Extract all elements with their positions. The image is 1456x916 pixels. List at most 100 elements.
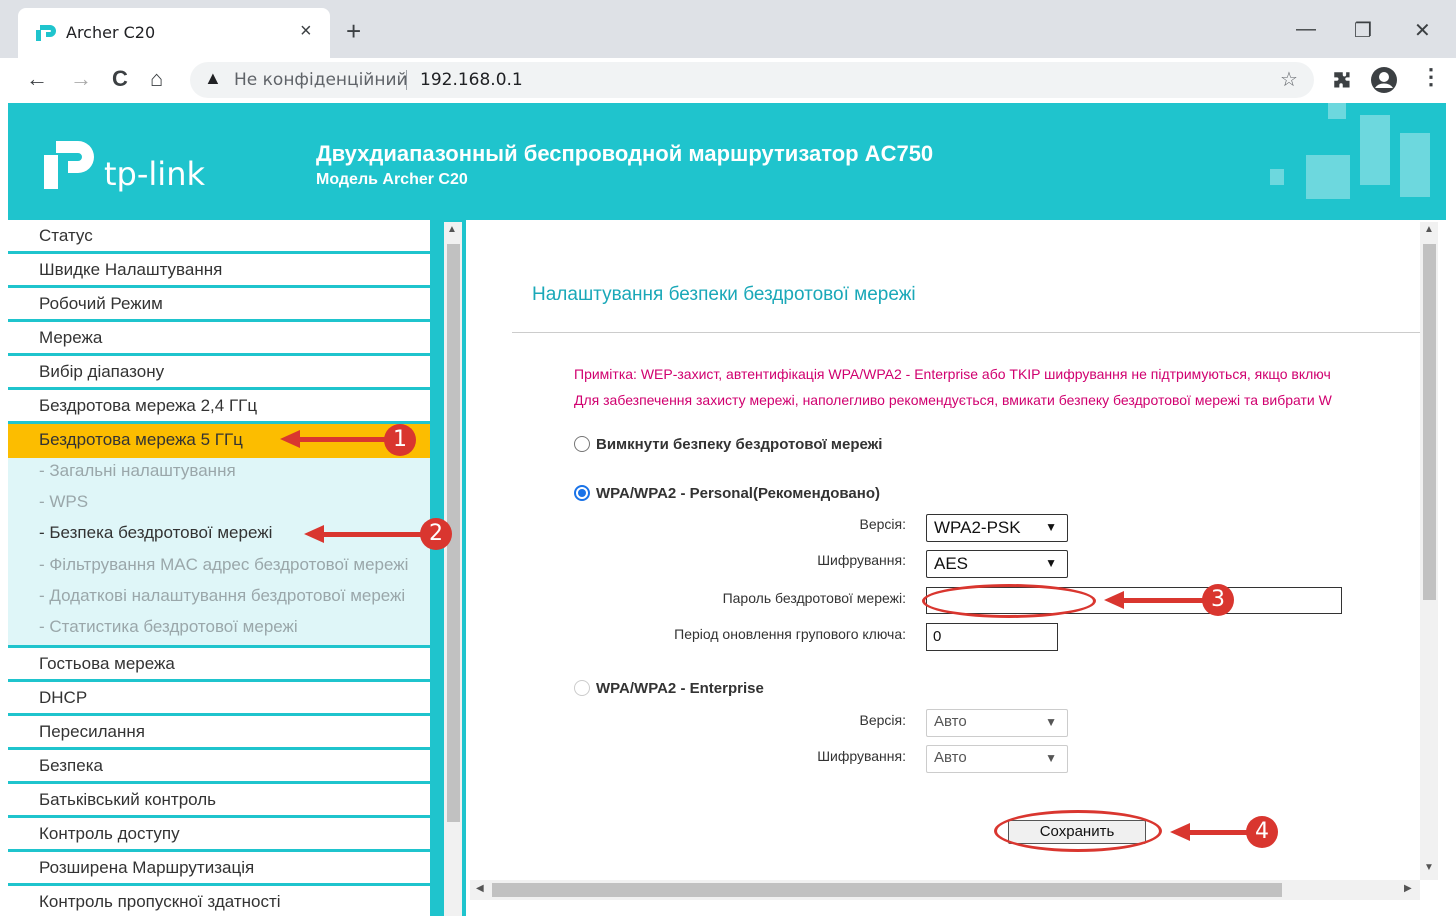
chevron-down-icon: ▼ (1045, 715, 1057, 729)
annotation-badge-4: 4 (1246, 816, 1278, 848)
sidebar-menu: Статус Швидке Налаштування Робочий Режим… (8, 220, 430, 916)
header-decoration (1306, 155, 1350, 199)
scroll-left-icon[interactable]: ◀ (476, 883, 484, 894)
enterprise-version-select[interactable]: Авто ▼ (926, 709, 1068, 737)
group-key-label: Період оновлення групового ключа: (674, 626, 906, 642)
submenu-item-advanced[interactable]: - Додаткові налаштування бездротової мер… (39, 586, 405, 606)
enterprise-encryption-select[interactable]: Авто ▼ (926, 745, 1068, 773)
sidebar-item-label: Батьківський контроль (39, 790, 217, 809)
warning-icon[interactable]: ▲ (204, 68, 222, 89)
sidebar-item-network[interactable]: Мережа (8, 322, 430, 356)
header-decoration (1400, 133, 1430, 197)
header-decoration (1328, 103, 1346, 119)
note-text: Примітка: WEP-захист, автентифікація WPA… (574, 366, 1331, 382)
content-horizontal-scrollbar-thumb[interactable] (492, 883, 1282, 897)
sidebar-item-label: Робочий Режим (39, 294, 163, 313)
title-divider (512, 332, 1420, 333)
annotation-badge-2: 2 (420, 518, 452, 550)
content-vertical-scrollbar-thumb[interactable] (1423, 244, 1436, 600)
annotation-badge-3: 3 (1202, 584, 1234, 616)
sidebar-item-label: DHCP (39, 688, 88, 707)
group-key-input[interactable]: 0 (926, 623, 1058, 651)
sidebar-item-advanced-routing[interactable]: Розширена Маршрутизація (8, 852, 430, 886)
sidebar-item-quick-setup[interactable]: Швидке Налаштування (8, 254, 430, 288)
browser-tab-bar: Archer C20 × + — ❐ ✕ (0, 0, 1456, 58)
sidebar-item-label: Розширена Маршрутизація (39, 858, 255, 877)
url-text[interactable]: 192.168.0.1 (420, 70, 523, 90)
submenu-item-basic[interactable]: - Загальні налаштування (39, 461, 236, 481)
chevron-down-icon: ▼ (1045, 520, 1057, 534)
sidebar-item-label: Безпека (39, 756, 103, 775)
header-decoration (1360, 115, 1390, 185)
model-subtitle: Модель Archer C20 (316, 171, 468, 188)
sidebar-item-dhcp[interactable]: DHCP (8, 682, 430, 716)
minimize-icon[interactable]: — (1296, 18, 1316, 41)
sidebar-item-status[interactable]: Статус (8, 220, 430, 254)
address-bar[interactable]: ▲ Не конфіденційний 192.168.0.1 ☆ (190, 62, 1314, 98)
page-title: Налаштування безпеки бездротової мережі (532, 284, 916, 305)
sidebar-item-access-control[interactable]: Контроль доступу (8, 818, 430, 852)
annotation-badge-1: 1 (384, 424, 416, 456)
back-icon[interactable]: ← (26, 66, 48, 92)
chevron-down-icon: ▼ (1045, 556, 1057, 570)
forward-icon[interactable]: → (70, 66, 92, 92)
sidebar-item-bandwidth-control[interactable]: Контроль пропускної здатності (8, 886, 430, 916)
scroll-up-icon[interactable]: ▲ (1424, 224, 1434, 235)
option-wpa-enterprise[interactable]: WPA/WPA2 - Enterprise (574, 680, 764, 697)
main-content: Налаштування безпеки бездротової мережі … (466, 220, 1420, 880)
submenu-item-statistics[interactable]: - Статистика бездротової мережі (39, 617, 298, 637)
submenu-item-security[interactable]: - Безпека бездротової мережі (39, 523, 272, 543)
option-wpa-personal[interactable]: WPA/WPA2 - Personal(Рекомендовано) (574, 485, 880, 502)
sidebar-item-label: Гостьова мережа (39, 654, 175, 673)
enterprise-encryption-value: Авто (934, 749, 967, 766)
scroll-down-icon[interactable]: ▼ (1424, 862, 1434, 873)
encryption-select[interactable]: AES ▼ (926, 550, 1068, 578)
browser-tab[interactable]: Archer C20 × (18, 8, 330, 58)
restore-icon[interactable]: ❐ (1354, 18, 1372, 43)
home-icon[interactable]: ⌂ (150, 66, 163, 92)
radio-enterprise[interactable] (574, 680, 590, 696)
close-window-icon[interactable]: ✕ (1414, 18, 1431, 43)
chevron-down-icon: ▼ (1045, 751, 1057, 765)
sidebar-item-guest-network[interactable]: Гостьова мережа (8, 648, 430, 682)
sidebar-item-label: Статус (39, 226, 93, 245)
sidebar-item-label: Мережа (39, 328, 103, 347)
annotation-arrowhead-2 (304, 525, 324, 543)
version-select[interactable]: WPA2-PSK ▼ (926, 514, 1068, 542)
submenu-item-wps[interactable]: - WPS (39, 492, 88, 512)
sidebar-item-forwarding[interactable]: Пересилання (8, 716, 430, 750)
option-label: Вимкнути безпеку бездротової мережі (596, 436, 883, 453)
option-disable-security[interactable]: Вимкнути безпеку бездротової мережі (574, 436, 882, 453)
annotation-ring-4 (994, 810, 1162, 852)
note-text: Для забезпечення захисту мережі, наполег… (574, 392, 1332, 408)
annotation-arrowhead-4 (1170, 823, 1190, 841)
extensions-icon[interactable] (1330, 68, 1354, 92)
radio-personal[interactable] (574, 485, 590, 501)
tab-close-icon[interactable]: × (300, 20, 312, 43)
radio-disable[interactable] (574, 436, 590, 452)
not-secure-label[interactable]: Не конфіденційний (234, 70, 408, 90)
profile-icon[interactable] (1370, 66, 1398, 94)
sidebar-item-security[interactable]: Безпека (8, 750, 430, 784)
sidebar-item-parental-control[interactable]: Батьківський контроль (8, 784, 430, 818)
scroll-up-icon[interactable]: ▲ (447, 224, 457, 235)
encryption-value: AES (934, 554, 969, 573)
annotation-arrow-4 (1188, 830, 1248, 835)
sidebar-item-wireless-24[interactable]: Бездротова мережа 2,4 ГГц (8, 390, 430, 424)
reload-icon[interactable]: C (112, 66, 128, 92)
sidebar-item-operation-mode[interactable]: Робочий Режим (8, 288, 430, 322)
sidebar-item-band-select[interactable]: Вибір діапазону (8, 356, 430, 390)
menu-icon[interactable]: ⋮ (1420, 64, 1442, 90)
annotation-arrowhead-3 (1104, 591, 1124, 609)
new-tab-icon[interactable]: + (346, 18, 361, 44)
option-label: WPA/WPA2 - Personal(Рекомендовано) (596, 485, 880, 502)
tp-link-favicon-icon (36, 25, 56, 41)
bookmark-star-icon[interactable]: ☆ (1280, 67, 1298, 92)
sidebar-item-label: Пересилання (39, 722, 145, 741)
annotation-arrow-1 (298, 437, 394, 442)
submenu-item-mac-filter[interactable]: - Фільтрування MAC адрес бездротової мер… (39, 555, 408, 575)
sidebar-item-label: Контроль доступу (39, 824, 180, 843)
enterprise-encryption-label: Шифрування: (817, 748, 906, 764)
version-value: WPA2-PSK (934, 518, 1021, 537)
scroll-right-icon[interactable]: ▶ (1404, 883, 1412, 894)
